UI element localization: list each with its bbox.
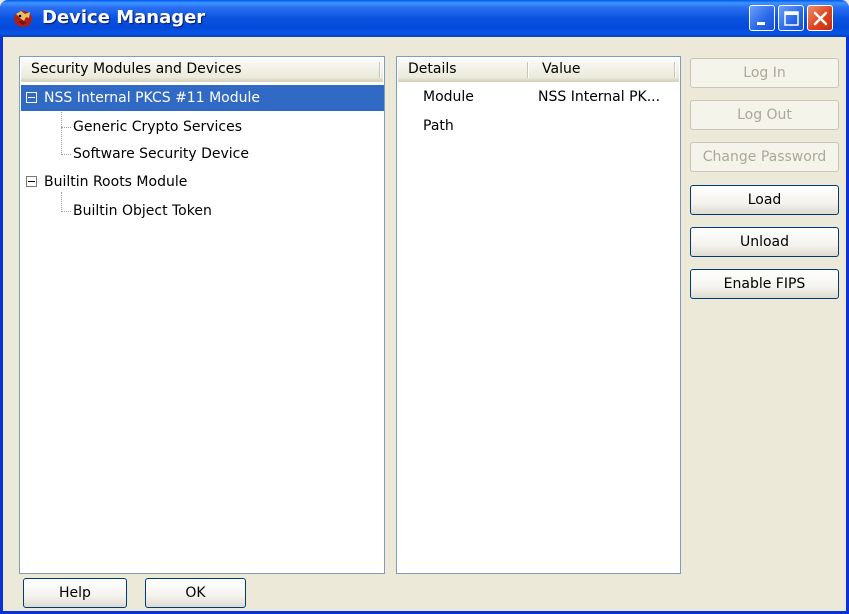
tree-item-label: Generic Crypto Services: [73, 119, 242, 135]
tree-item-software-security-device[interactable]: Software Security Device: [73, 141, 249, 167]
tree-item-nss-internal-module[interactable]: NSS Internal PKCS #11 Module: [21, 85, 384, 111]
ok-button[interactable]: OK: [145, 578, 246, 608]
tree-connector: [61, 109, 62, 155]
firefox-dragon-icon: [14, 11, 32, 27]
column-separator[interactable]: [379, 62, 381, 78]
log-out-button[interactable]: Log Out: [690, 100, 839, 130]
tree-item-label: Software Security Device: [73, 146, 249, 162]
tree-header[interactable]: Security Modules and Devices: [21, 58, 383, 82]
tree-connector: [61, 211, 71, 212]
detail-name: Path: [423, 118, 454, 134]
collapse-icon[interactable]: [26, 92, 37, 103]
tree-column-header[interactable]: Security Modules and Devices: [21, 58, 242, 82]
load-button[interactable]: Load: [690, 185, 839, 215]
tree-item-label: NSS Internal PKCS #11 Module: [44, 90, 260, 106]
column-separator[interactable]: [674, 62, 676, 78]
minimize-icon: [757, 22, 765, 25]
maximize-button[interactable]: [778, 5, 804, 31]
value-column-header[interactable]: Value: [532, 58, 580, 82]
tree-item-label: Builtin Object Token: [73, 203, 212, 219]
window-title: Device Manager: [42, 7, 206, 28]
maximize-icon: [784, 11, 799, 26]
tree-connector: [61, 127, 71, 128]
device-manager-window: Device Manager Security Modules and Devi…: [0, 0, 849, 614]
unload-button[interactable]: Unload: [690, 227, 839, 257]
tree-item-generic-crypto-services[interactable]: Generic Crypto Services: [73, 114, 242, 140]
tree-connector: [61, 192, 62, 212]
column-separator[interactable]: [527, 62, 529, 78]
details-column-header[interactable]: Details: [398, 58, 457, 82]
tree-connector: [61, 154, 71, 155]
tree-item-builtin-object-token[interactable]: Builtin Object Token: [73, 198, 212, 224]
log-in-button[interactable]: Log In: [690, 58, 839, 88]
enable-fips-button[interactable]: Enable FIPS: [690, 269, 839, 299]
modules-tree[interactable]: Security Modules and Devices NSS Interna…: [19, 56, 385, 574]
title-bar[interactable]: Device Manager: [0, 0, 849, 37]
detail-value: NSS Internal PK...: [538, 89, 661, 105]
tree-item-label: Builtin Roots Module: [44, 174, 188, 190]
close-button[interactable]: [807, 5, 833, 31]
close-icon: [813, 11, 828, 26]
help-button[interactable]: Help: [23, 578, 127, 608]
collapse-icon[interactable]: [26, 176, 37, 187]
details-header[interactable]: Details Value: [398, 58, 679, 82]
details-list[interactable]: Details Value Module NSS Internal PK... …: [396, 56, 681, 574]
minimize-button[interactable]: [749, 5, 775, 31]
change-password-button[interactable]: Change Password: [690, 142, 839, 172]
detail-name: Module: [423, 89, 474, 105]
